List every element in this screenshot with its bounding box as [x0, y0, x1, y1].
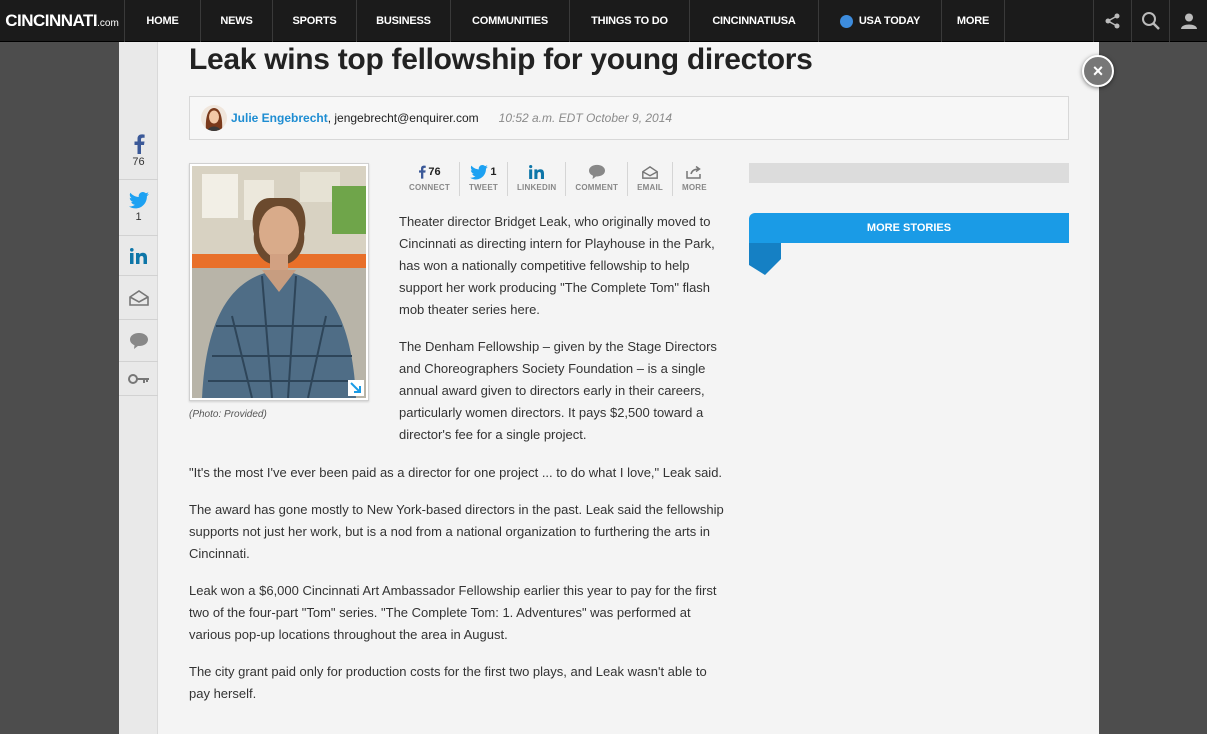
nav-item-home[interactable]: HOME: [125, 0, 201, 42]
article-paragraph: The award has gone mostly to New York-ba…: [189, 502, 724, 561]
share-comment-button[interactable]: COMMENT: [566, 162, 629, 196]
nav-item-label: USA TODAY: [858, 15, 921, 27]
close-icon: ×: [1092, 60, 1104, 81]
rail-link[interactable]: [119, 362, 158, 396]
article-paragraph: Leak won a $6,000 Cincinnati Art Ambassa…: [189, 583, 717, 642]
facebook-icon: [419, 165, 427, 179]
nav-item-communities[interactable]: COMMUNITIES: [451, 0, 570, 42]
share-linkedin-button[interactable]: LINKEDIN: [508, 162, 567, 196]
rail-twitter[interactable]: 1: [119, 180, 158, 236]
sidebar-ad-placeholder: [749, 163, 1069, 183]
usa-today-dot-icon: [839, 14, 853, 28]
article-lead: Theater director Bridget Leak, who origi…: [399, 211, 729, 461]
share-twitter-button[interactable]: 1 TWEET: [460, 162, 508, 196]
nav-item-label: NEWS: [220, 15, 253, 27]
more-stories-header[interactable]: MORE STORIES: [749, 213, 1069, 243]
close-button[interactable]: ×: [1082, 55, 1114, 87]
nav-item-sports[interactable]: SPORTS: [273, 0, 357, 42]
expand-photo-icon[interactable]: [348, 380, 364, 396]
share-facebook-count: 76: [428, 166, 441, 178]
comment-icon: [129, 332, 148, 349]
byline-box: Julie Engebrecht, jengebrecht@enquirer.c…: [189, 96, 1069, 140]
nav-icon-group: [1093, 0, 1207, 42]
share-twitter-count: 1: [490, 166, 497, 178]
linkedin-icon: [528, 165, 544, 179]
article-body: "It's the most I've ever been paid as a …: [189, 462, 729, 720]
author-email: , jengebrecht@enquirer.com: [327, 111, 479, 125]
user-icon[interactable]: [1169, 0, 1207, 42]
key-link-icon: [127, 373, 149, 384]
article-paragraph: Theater director Bridget Leak, who origi…: [399, 214, 715, 317]
author-avatar: [201, 105, 227, 131]
article-photo[interactable]: [189, 163, 369, 401]
logo-text: CINCINNATI: [5, 11, 98, 30]
nav-item-label: THINGS TO DO: [591, 15, 668, 27]
share-label: LINKEDIN: [516, 183, 557, 192]
site-logo[interactable]: CINCINNATI .com: [0, 0, 125, 42]
rail-facebook[interactable]: 76: [119, 122, 158, 180]
share-more-button[interactable]: MORE: [673, 162, 716, 196]
rail-email[interactable]: [119, 276, 158, 320]
nav-item-label: SPORTS: [292, 15, 337, 27]
twitter-icon: [128, 192, 149, 209]
share-label: EMAIL: [637, 183, 663, 192]
search-icon[interactable]: [1131, 0, 1169, 42]
nav-item-usa-today[interactable]: USA TODAY: [819, 0, 942, 42]
share-facebook-button[interactable]: 76 CONNECT: [400, 162, 460, 196]
nav-item-news[interactable]: NEWS: [201, 0, 273, 42]
nav-item-label: MORE: [956, 15, 990, 27]
more-stories-label: MORE STORIES: [866, 222, 952, 234]
share-label: CONNECT: [409, 183, 450, 192]
ribbon-fold-icon: [749, 243, 781, 275]
share-icon[interactable]: [1093, 0, 1131, 42]
article-paragraph: The Denham Fellowship – given by the Sta…: [399, 339, 717, 442]
share-bar: 76 CONNECT 1 TWEET LINKEDIN COMMENT EMAI…: [400, 162, 716, 196]
author-name-link[interactable]: Julie Engebrecht: [231, 111, 328, 125]
nav-item-business[interactable]: BUSINESS: [357, 0, 451, 42]
article-overlay: 76 1 Leak wins top fellowship for young …: [119, 42, 1099, 734]
nav-item-label: BUSINESS: [376, 15, 431, 27]
nav-item-cincinnatiusa[interactable]: CINCINNATIUSA: [690, 0, 819, 42]
article-headline: Leak wins top fellowship for young direc…: [189, 43, 813, 76]
photo-caption: (Photo: Provided): [189, 409, 267, 420]
share-email-button[interactable]: EMAIL: [628, 162, 673, 196]
twitter-count: 1: [135, 211, 142, 223]
nav-item-label: CINCINNATIUSA: [712, 15, 796, 27]
share-out-icon: [686, 165, 702, 179]
top-navigation: CINCINNATI .com HOME NEWS SPORTS BUSINESS…: [0, 0, 1207, 42]
nav-item-label: COMMUNITIES: [471, 15, 549, 27]
facebook-icon: [134, 133, 145, 154]
share-label: TWEET: [468, 183, 498, 192]
share-label: COMMENT: [575, 183, 619, 192]
comment-icon: [588, 164, 605, 180]
photo-image: [192, 166, 366, 399]
facebook-count: 76: [132, 155, 145, 168]
share-label: MORE: [681, 183, 707, 192]
article-paragraph: The city grant paid only for production …: [189, 664, 707, 701]
nav-item-things-to-do[interactable]: THINGS TO DO: [570, 0, 690, 42]
rail-linkedin[interactable]: [119, 236, 158, 276]
nav-item-label: HOME: [146, 15, 179, 27]
nav-item-more[interactable]: MORE: [942, 0, 1005, 42]
article-paragraph: "It's the most I've ever been paid as a …: [189, 465, 723, 480]
email-icon: [642, 165, 658, 179]
rail-comment[interactable]: [119, 320, 158, 362]
twitter-icon: [470, 164, 489, 179]
left-share-rail: 76 1: [119, 42, 158, 734]
logo-suffix: .com: [97, 17, 119, 29]
linkedin-icon: [129, 247, 147, 264]
publish-date: 10:52 a.m. EDT October 9, 2014: [498, 111, 673, 125]
email-icon: [128, 289, 149, 306]
